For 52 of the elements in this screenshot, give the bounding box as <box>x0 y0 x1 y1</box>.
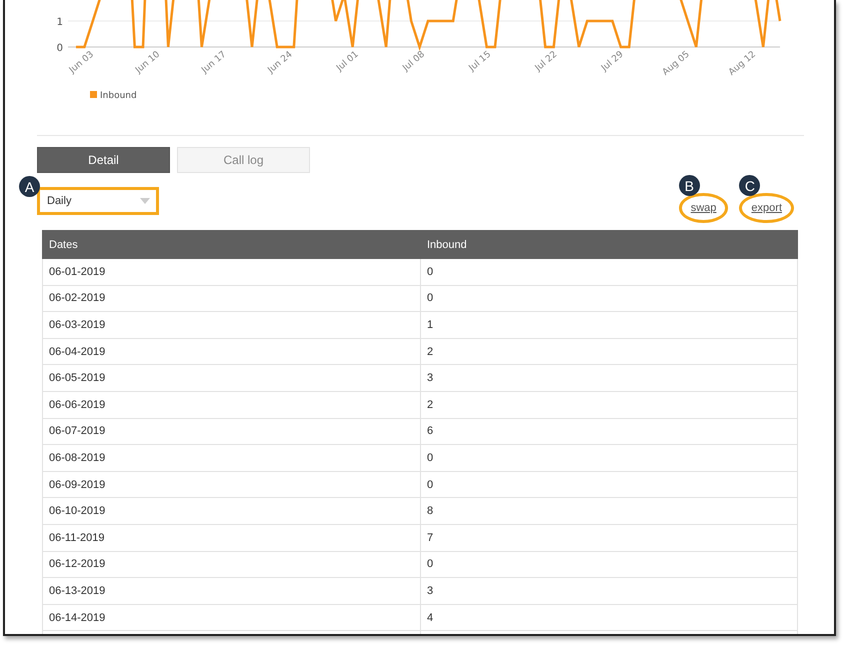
table-cell: 06-09-2019 <box>42 471 420 498</box>
table-cell: 0 <box>420 285 798 312</box>
table-cell: 06-02-2019 <box>42 285 420 312</box>
table-cell: 06-05-2019 <box>42 364 420 392</box>
axis-label: Jul 01 <box>335 50 361 74</box>
table-cell: 7 <box>420 524 798 552</box>
table-cell: 6 <box>420 418 798 445</box>
caret-icon <box>140 198 150 204</box>
annotation-badge: B <box>678 175 700 196</box>
axis-label: Jun 03 <box>68 50 96 76</box>
table-cell: 0 <box>420 551 798 578</box>
table-cell: 2 <box>420 391 798 418</box>
legend-swatch <box>90 91 97 98</box>
axis-label: Jun 17 <box>200 50 228 76</box>
table-cell: 06-03-2019 <box>42 312 420 338</box>
table-cell: 1 <box>420 312 798 338</box>
table-cell: 3 <box>420 364 798 392</box>
axis-label: Jun 10 <box>134 50 162 76</box>
axis-label: Jul 08 <box>401 50 427 74</box>
axis-tick-label: 1 <box>56 17 63 28</box>
table-cell: 8 <box>420 498 798 524</box>
table-cell: 06-06-2019 <box>42 391 420 418</box>
annotation-badge: A <box>19 176 40 197</box>
table-cell: 0 <box>420 444 798 472</box>
table-cell: 0 <box>420 258 798 286</box>
table-cell: 06-07-2019 <box>42 418 420 445</box>
table-cell: 0 <box>420 471 798 498</box>
table-cell: 06-10-2019 <box>42 498 420 524</box>
period-dropdown[interactable]: Daily <box>37 187 159 215</box>
legend-label: Inbound <box>100 91 137 101</box>
axis-label: Aug 05 <box>660 50 692 78</box>
axis-label: Jul 22 <box>534 50 560 74</box>
table-cell: 4 <box>420 604 798 631</box>
axis-label: Aug 12 <box>727 50 758 78</box>
column-header: Dates <box>42 230 420 258</box>
table-cell: 06-11-2019 <box>42 524 420 552</box>
table-cell: 06-13-2019 <box>42 578 420 604</box>
tab[interactable]: Detail <box>37 147 170 173</box>
table-cell: 2 <box>420 338 798 365</box>
table-cell: 06-01-2019 <box>42 258 420 286</box>
axis-label: Jul 15 <box>467 50 494 74</box>
axis-label: Jul 29 <box>600 50 626 74</box>
table-cell: 06-12-2019 <box>42 551 420 578</box>
table-cell: 06-14-2019 <box>42 604 420 631</box>
table-cell: 3 <box>420 578 798 604</box>
table-cell: 06-08-2019 <box>42 444 420 472</box>
axis-label: Jun 24 <box>266 50 295 76</box>
annotation-badge: C <box>739 175 760 196</box>
dropdown-value: Daily <box>47 195 72 207</box>
column-header: Inbound <box>420 230 798 258</box>
axis-tick-label: 0 <box>56 43 63 54</box>
table-cell: 06-04-2019 <box>42 338 420 365</box>
